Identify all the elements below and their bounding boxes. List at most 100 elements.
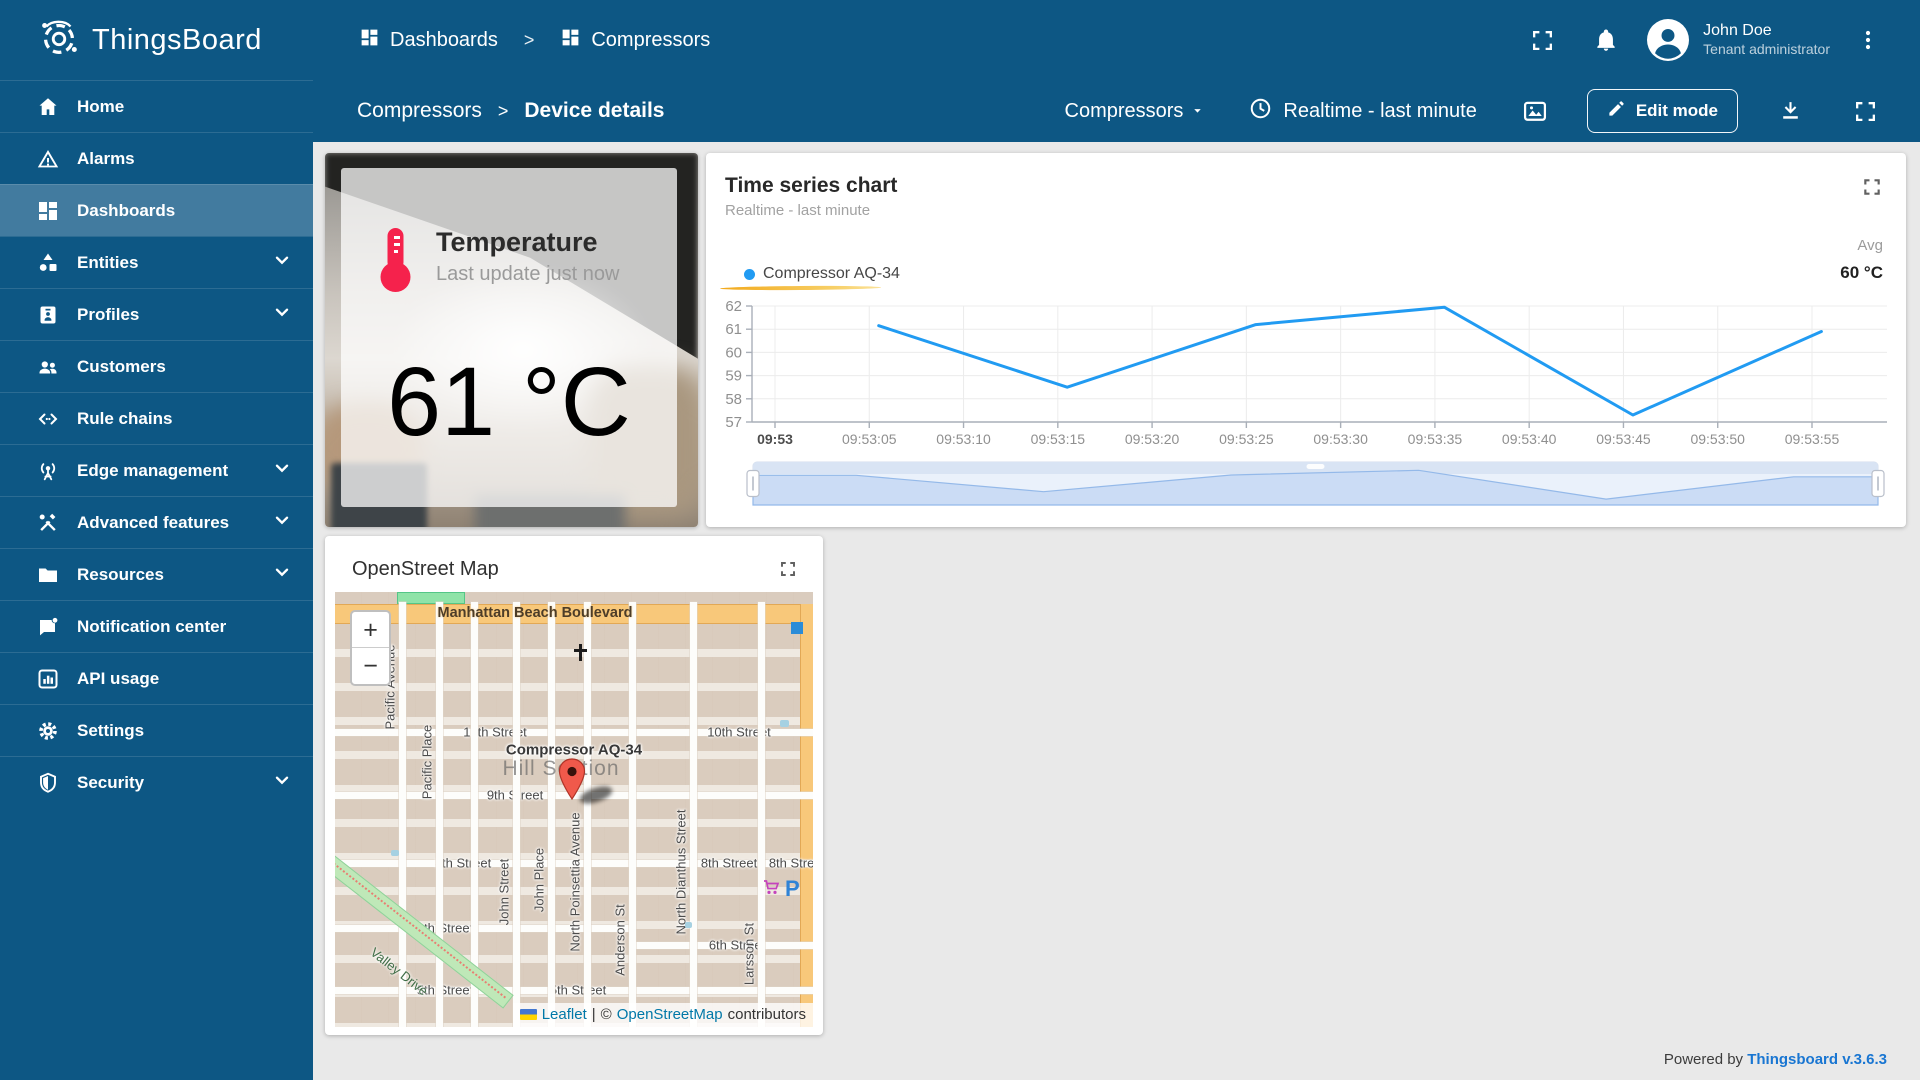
temperature-card: Temperature Last update just now 61 °C [341, 168, 677, 507]
sidebar-item-edge-management[interactable]: Edge management [0, 444, 313, 496]
leaflet-link[interactable]: Leaflet [542, 1006, 587, 1023]
temperature-widget: Temperature Last update just now 61 °C [325, 153, 698, 527]
dashboard-breadcrumb-root[interactable]: Compressors [357, 99, 482, 123]
street [758, 602, 765, 1027]
dashboard-image-icon[interactable] [1521, 97, 1549, 125]
dashboard-breadcrumb: Compressors > Device details [357, 99, 664, 123]
church-cross-icon [579, 644, 582, 661]
svg-text:09:53:20: 09:53:20 [1125, 431, 1180, 447]
church-cross-icon [574, 649, 587, 652]
thingsboard-logo[interactable]: ThingsBoard [0, 15, 313, 66]
street [690, 602, 697, 1027]
customers-icon [36, 355, 60, 379]
breadcrumb: Dashboards > Compressors [359, 27, 710, 54]
sidebar-item-label: Profiles [77, 304, 140, 324]
street-label: Larsson St [741, 922, 757, 986]
download-icon[interactable] [1778, 99, 1803, 124]
openstreetmap-widget: OpenStreet Map 10th Street 10th Street 9th… [325, 536, 823, 1035]
street-label: Pacific Place [419, 724, 435, 800]
edit-mode-button[interactable]: Edit mode [1586, 89, 1738, 133]
street-label: 5th Street [549, 982, 607, 998]
sidebar-item-label: Advanced features [77, 512, 230, 532]
user-avatar[interactable] [1647, 19, 1690, 61]
timewindow-label: Realtime - last minute [1283, 99, 1477, 122]
sidebar-item-profiles[interactable]: Profiles [0, 288, 313, 340]
sidebar-item-label: Security [77, 772, 145, 792]
street-label: North Poinsettia Avenue [567, 812, 583, 952]
sidebar-item-security[interactable]: Security [0, 756, 313, 808]
caret-down-icon [1191, 100, 1204, 123]
chevron-down-icon [271, 561, 293, 588]
sidebar-item-alarms[interactable]: Alarms [0, 132, 313, 184]
street [584, 602, 591, 1027]
dashboard-toolbar: Compressors > Device details Compressors… [313, 80, 1920, 142]
thingsboard-version-link[interactable]: Thingsboard v.3.6.3 [1747, 1051, 1887, 1068]
user-info[interactable]: John Doe Tenant administrator [1703, 21, 1830, 59]
device-map-marker[interactable] [557, 758, 587, 805]
notifications-icon [36, 615, 60, 639]
sidebar-item-settings[interactable]: Settings [0, 704, 313, 756]
svg-text:58: 58 [725, 391, 742, 408]
svg-text:09:53:30: 09:53:30 [1313, 431, 1368, 447]
fullscreen-icon[interactable] [1530, 28, 1555, 53]
pencil-icon [1607, 99, 1626, 123]
breadcrumb-dashboards[interactable]: Dashboards [359, 27, 498, 54]
sidebar-item-home[interactable]: Home [0, 80, 313, 132]
breadcrumb-separator: > [523, 29, 535, 50]
sidebar-item-resources[interactable]: Resources [0, 548, 313, 600]
device-marker-label: Compressor AQ-34 [505, 741, 643, 759]
svg-text:09:53:25: 09:53:25 [1219, 431, 1274, 447]
svg-text:61: 61 [725, 321, 742, 338]
chevron-down-icon [271, 301, 293, 328]
sidebar-item-dashboards[interactable]: Dashboards [0, 184, 313, 236]
sidebar-item-label: Home [77, 96, 125, 116]
breadcrumb-compressors[interactable]: Compressors [560, 27, 710, 54]
map-title: OpenStreet Map [352, 558, 499, 580]
notifications-bell-icon[interactable] [1593, 27, 1619, 53]
sidebar-item-label: Customers [77, 356, 166, 376]
timewindow-button[interactable]: Realtime - last minute [1248, 96, 1477, 127]
kebab-menu-icon[interactable] [1856, 28, 1880, 52]
parking-label: P [785, 876, 800, 901]
clock-icon [1248, 96, 1273, 127]
svg-text:09:53:45: 09:53:45 [1596, 431, 1651, 447]
temperature-value: 61 °C [387, 347, 631, 456]
sidebar: Home Alarms Dashboards Entities Profiles Cust… [0, 80, 313, 1080]
chevron-down-icon [271, 509, 293, 536]
map-zoom-control: + − [350, 610, 391, 686]
street-label: 6th Street [708, 937, 766, 953]
widget-fullscreen-icon[interactable] [779, 560, 797, 583]
svg-text:09:53:40: 09:53:40 [1502, 431, 1557, 447]
street-label: 8th Street [700, 855, 758, 871]
park-area [397, 592, 465, 604]
svg-text:09:53:15: 09:53:15 [1031, 431, 1086, 447]
zoom-out-button[interactable]: − [352, 648, 389, 684]
settings-icon [36, 719, 60, 743]
sidebar-item-rule-chains[interactable]: Rule chains [0, 392, 313, 444]
leaflet-map[interactable]: 10th Street 10th Street 9th Street 8th Stre… [335, 592, 813, 1027]
sidebar-item-label: API usage [77, 668, 160, 688]
entity-select[interactable]: Compressors [1065, 100, 1205, 123]
osm-link[interactable]: OpenStreetMap [617, 1006, 723, 1023]
timeseries-chart-canvas: 62 61 60 59 58 57 09:53 09:53:05 09:53:10 09:53:1… [706, 153, 1906, 532]
edge-icon [36, 459, 60, 483]
street [436, 602, 443, 1027]
sidebar-item-entities[interactable]: Entities [0, 236, 313, 288]
profiles-icon [36, 303, 60, 327]
timeseries-widget: Time series chart Realtime - last minute… [706, 153, 1906, 527]
sidebar-item-notification-center[interactable]: Notification center [0, 600, 313, 652]
sidebar-item-customers[interactable]: Customers [0, 340, 313, 392]
app-header: ThingsBoard Dashboards > Compressors Joh… [0, 0, 1920, 80]
dashboards-grid-icon [560, 27, 581, 54]
rule-chains-icon [36, 407, 60, 431]
thermometer-icon [377, 226, 414, 299]
temperature-title: Temperature [436, 227, 598, 257]
sidebar-item-advanced-features[interactable]: Advanced features [0, 496, 313, 548]
street-label: Manhattan Beach Boulevard [437, 605, 633, 621]
svg-text:59: 59 [725, 368, 742, 385]
datazoom-move-handle[interactable] [1306, 464, 1325, 469]
sidebar-item-api-usage[interactable]: API usage [0, 652, 313, 704]
fullscreen-icon[interactable] [1853, 99, 1878, 124]
zoom-in-button[interactable]: + [352, 612, 389, 648]
home-icon [36, 95, 60, 119]
